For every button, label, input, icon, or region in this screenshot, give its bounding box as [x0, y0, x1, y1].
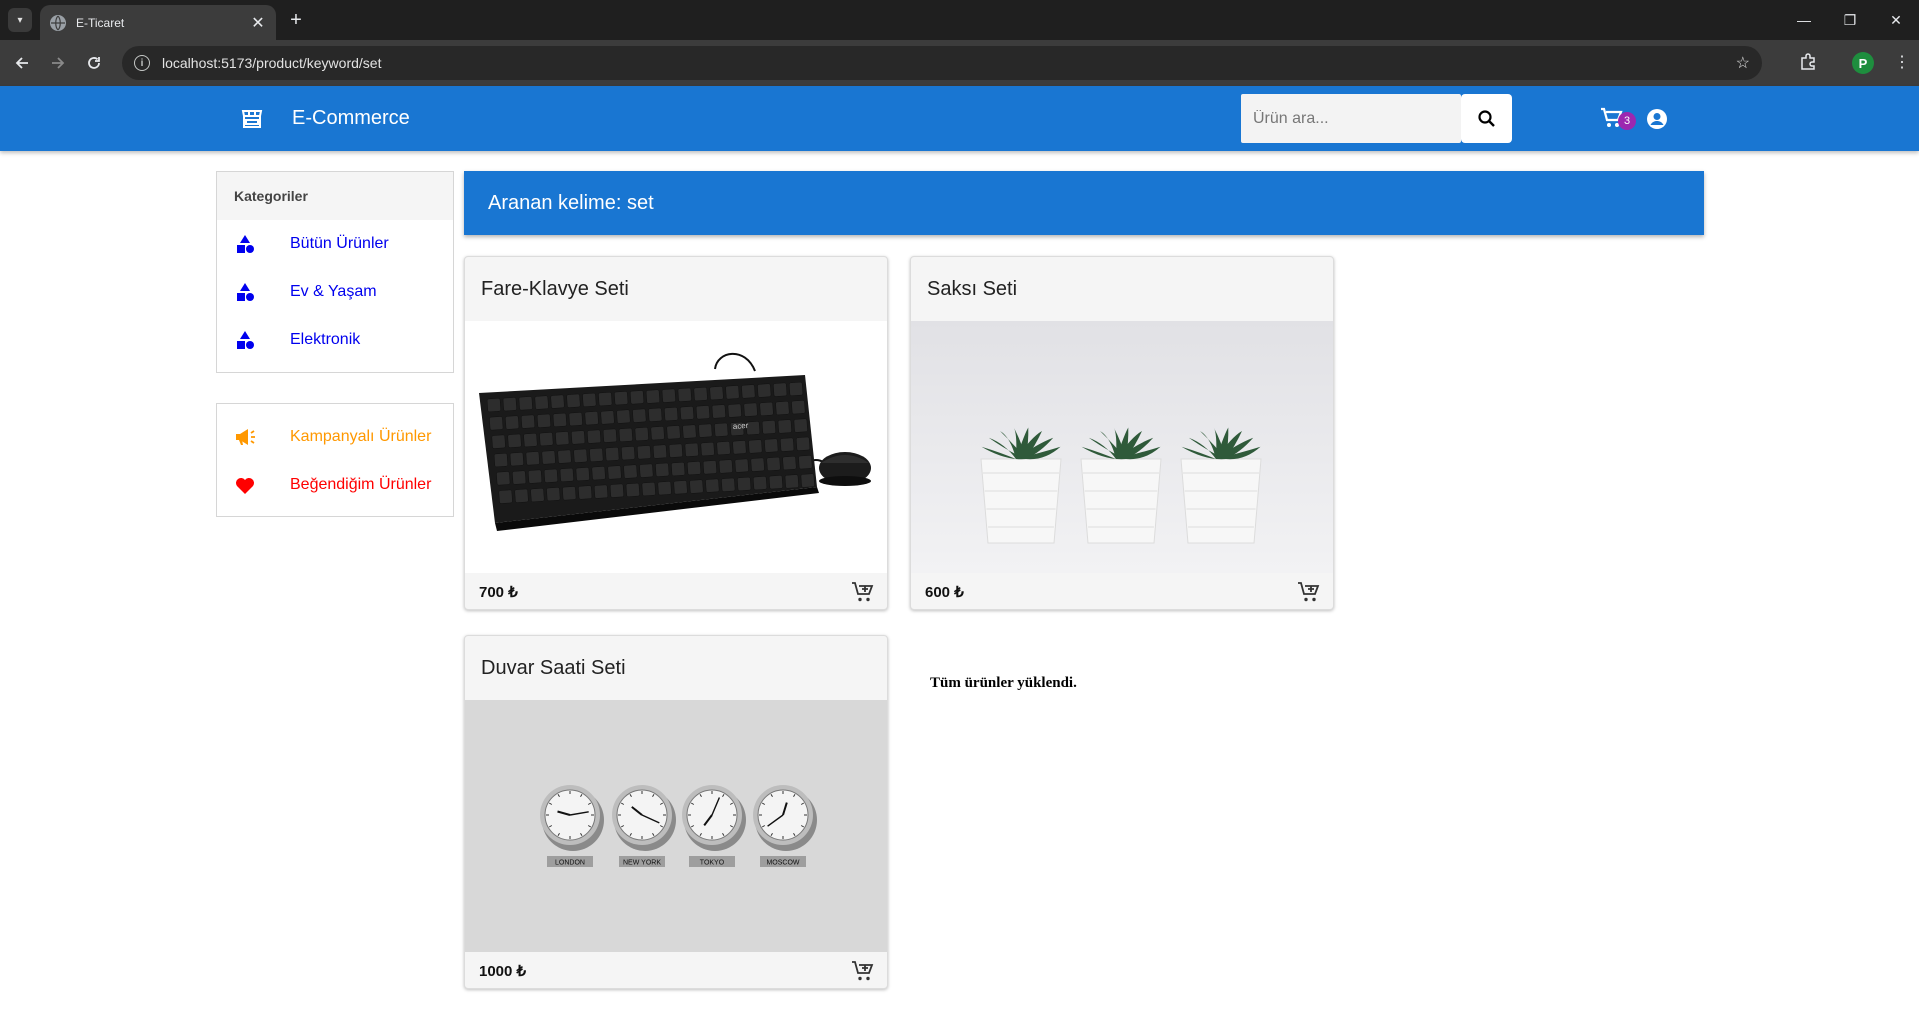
add-to-cart-icon[interactable]: [1297, 580, 1321, 604]
minimize-button[interactable]: —: [1781, 0, 1827, 40]
new-tab-button[interactable]: +: [284, 8, 308, 32]
sidebar-item-all-products[interactable]: Bütün Ürünler: [217, 220, 453, 268]
address-bar[interactable]: i localhost:5173/product/keyword/set ☆: [122, 46, 1762, 80]
product-title[interactable]: Fare-Klavye Seti: [465, 257, 887, 321]
browser-tab[interactable]: E-Ticaret ✕: [40, 5, 276, 40]
category-shapes-icon: [237, 331, 254, 349]
tab-close-icon[interactable]: ✕: [250, 13, 266, 33]
sidebar-item-home-living[interactable]: Ev & Yaşam: [217, 268, 453, 316]
reload-button[interactable]: [80, 49, 108, 77]
clock-city-label: LONDON: [555, 860, 585, 867]
globe-icon: [50, 14, 66, 31]
sidebar-item-label: Ev & Yaşam: [290, 283, 377, 300]
browser-tabstrip: ▾ E-Ticaret ✕ + — ❐ ✕: [0, 0, 1919, 40]
close-window-button[interactable]: ✕: [1873, 0, 1919, 40]
promo-panel: Kampanyalı Ürünler Beğendiğim Ürünler: [216, 403, 454, 517]
cart-button[interactable]: 3: [1600, 106, 1636, 132]
browser-toolbar: i localhost:5173/product/keyword/set ☆ ⋮: [0, 40, 1919, 86]
wall-clocks-photo[interactable]: LONDON NEW YORK TOKYO MOSCOW: [465, 700, 887, 952]
product-price: 600 ₺: [925, 584, 964, 601]
search-icon: [1477, 109, 1495, 127]
clock-city-label: TOKYO: [700, 860, 725, 867]
add-to-cart-icon[interactable]: [851, 959, 875, 983]
keyboard-mouse-photo[interactable]: acer: [465, 321, 887, 573]
sidebar-item-electronics[interactable]: Elektronik: [217, 316, 453, 364]
storefront-icon: [240, 107, 264, 131]
sidebar-item-favorites[interactable]: Beğendiğim Ürünler: [217, 461, 453, 509]
site-info-icon[interactable]: i: [134, 55, 150, 71]
tab-title: E-Ticaret: [76, 15, 125, 30]
account-button[interactable]: [1646, 108, 1668, 130]
restore-button[interactable]: ❐: [1827, 0, 1873, 40]
keyboard-brand-logo: acer: [733, 421, 749, 431]
product-footer: 600 ₺: [911, 573, 1333, 609]
sidebar-item-label: Kampanyalı Ürünler: [290, 428, 432, 445]
product-price: 1000 ₺: [479, 963, 527, 980]
product-card[interactable]: Saksı Seti 600 ₺: [910, 256, 1334, 610]
heart-icon: [236, 478, 254, 494]
sidebar-item-label: Bütün Ürünler: [290, 235, 389, 252]
brand-title: E-Commerce: [292, 107, 410, 129]
categories-title: Kategoriler: [217, 172, 453, 220]
product-title[interactable]: Saksı Seti: [911, 257, 1333, 321]
sidebar-item-campaigns[interactable]: Kampanyalı Ürünler: [217, 413, 453, 461]
search-keyword-banner: Aranan kelime: set: [464, 171, 1704, 235]
search-input[interactable]: [1241, 94, 1461, 143]
account-circle-icon: [1647, 109, 1667, 129]
extensions-icon[interactable]: [1799, 52, 1817, 75]
product-footer: 700 ₺: [465, 573, 887, 609]
succulent-pots-photo[interactable]: [911, 321, 1333, 573]
search-button[interactable]: [1461, 94, 1512, 143]
url-text: localhost:5173/product/keyword/set: [162, 55, 382, 71]
bookmark-star-icon[interactable]: ☆: [1736, 53, 1750, 73]
clock-city-label: NEW YORK: [623, 860, 661, 867]
categories-panel: Kategoriler Bütün Ürünler Ev & Yaşam Ele…: [216, 171, 454, 373]
browser-menu-icon[interactable]: ⋮: [1894, 52, 1910, 72]
megaphone-icon: [236, 429, 255, 445]
product-card[interactable]: Fare-Klavye Seti acer 700 ₺: [464, 256, 888, 610]
category-shapes-icon: [237, 283, 254, 301]
forward-button[interactable]: [44, 49, 72, 77]
back-button[interactable]: [8, 49, 36, 77]
brand[interactable]: E-Commerce: [240, 86, 410, 151]
search-field[interactable]: [1241, 94, 1461, 143]
tab-search-button[interactable]: ▾: [8, 8, 32, 32]
all-loaded-message: Tüm ürünler yüklendi.: [930, 675, 1077, 691]
sidebar-item-label: Elektronik: [290, 331, 361, 348]
clock-city-label: MOSCOW: [766, 860, 799, 867]
product-price: 700 ₺: [479, 584, 518, 601]
product-footer: 1000 ₺: [465, 952, 887, 988]
sidebar-item-label: Beğendiğim Ürünler: [290, 476, 432, 493]
product-title[interactable]: Duvar Saati Seti: [465, 636, 887, 700]
category-shapes-icon: [237, 235, 254, 253]
add-to-cart-icon[interactable]: [851, 580, 875, 604]
profile-avatar[interactable]: P: [1852, 52, 1874, 74]
product-card[interactable]: Duvar Saati Seti LONDON NEW YORK TOKYO MOSC…: [464, 635, 888, 989]
cart-count-badge: 3: [1618, 112, 1636, 130]
